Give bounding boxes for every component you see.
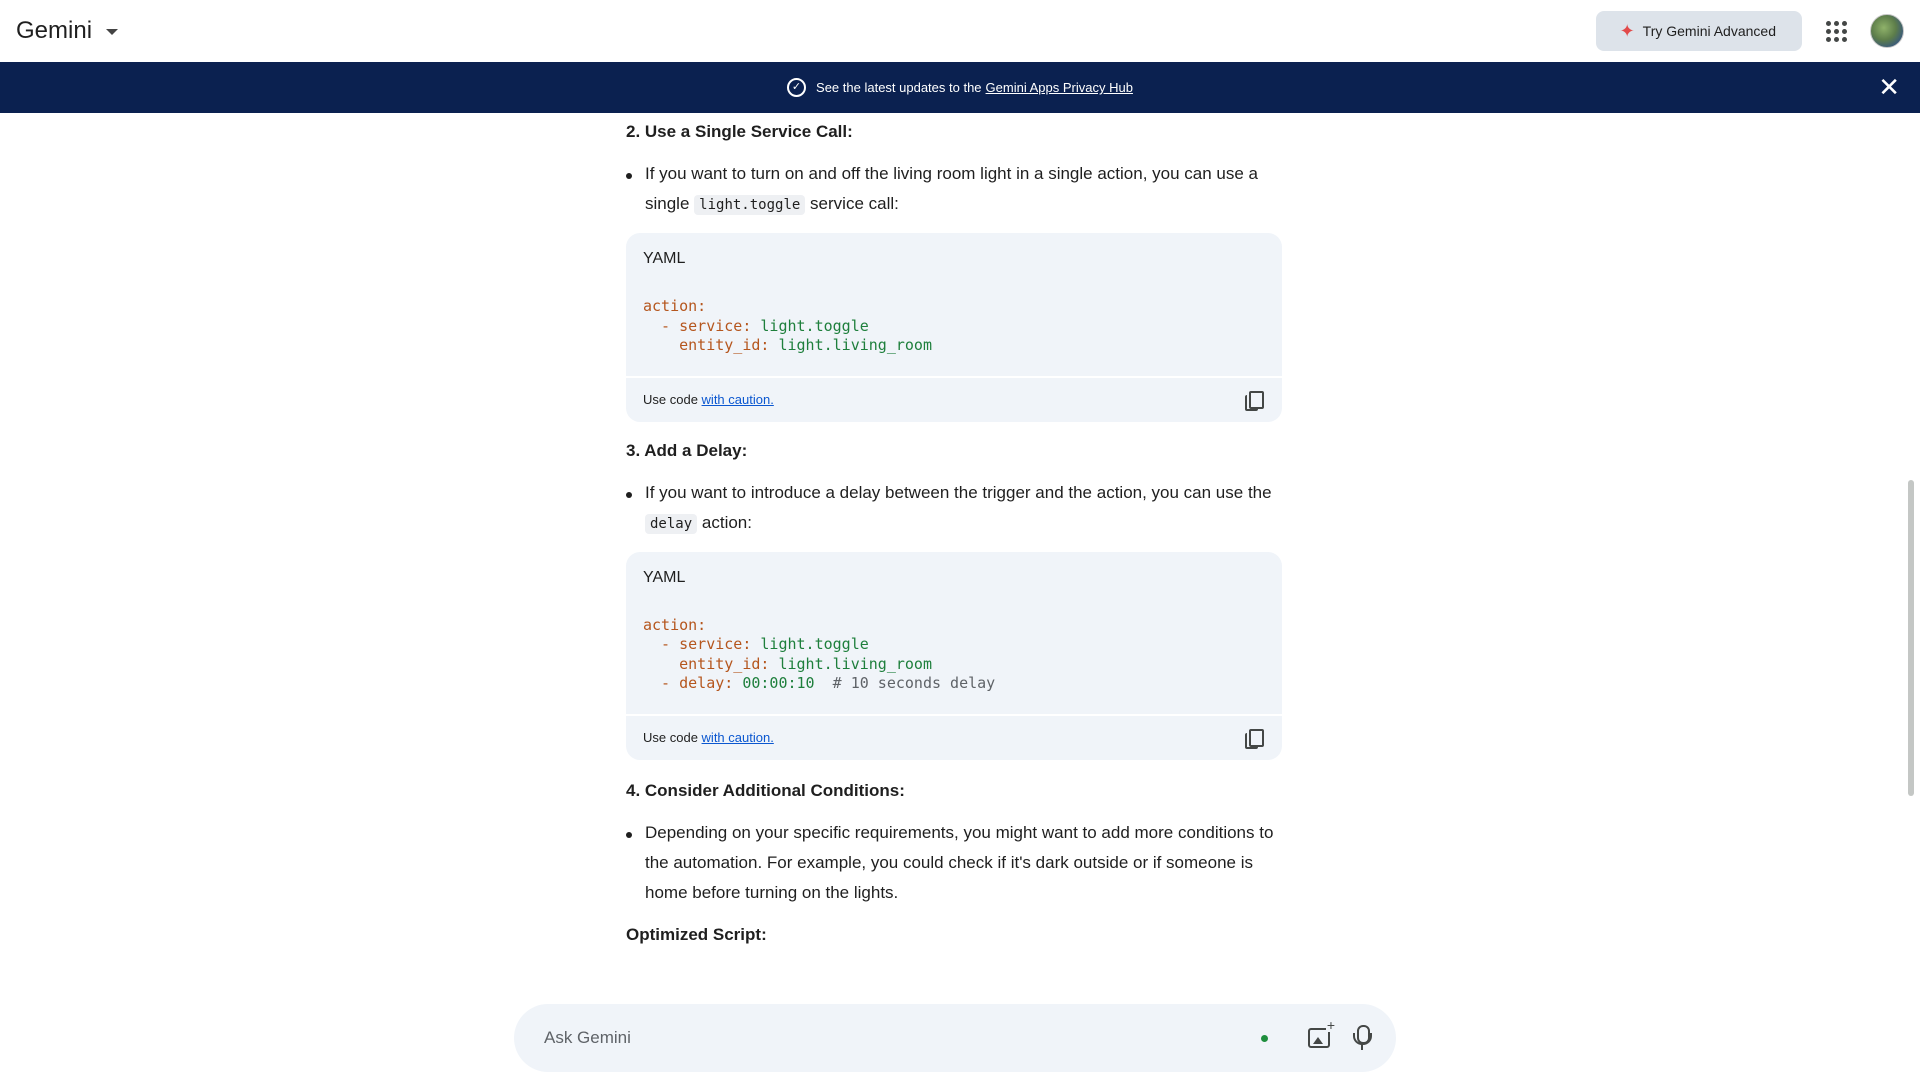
bullet-text: Depending on your specific requirements,… bbox=[645, 822, 1274, 902]
verified-icon: ✓ bbox=[787, 78, 807, 97]
code-block: YAML action: - service: light.toggle ent… bbox=[626, 551, 1282, 760]
prompt-bar bbox=[514, 1004, 1396, 1072]
bullet-text: If you want to turn on and off the livin… bbox=[645, 159, 1282, 220]
optimized-script-heading: Optimized Script: bbox=[626, 924, 767, 944]
step-4-heading: 4. Consider Additional Conditions: bbox=[626, 780, 905, 800]
code-language: YAML bbox=[643, 250, 686, 267]
bullet-dot bbox=[626, 818, 635, 908]
code-content: action: - service: light.toggle entity_i… bbox=[643, 615, 996, 693]
add-image-icon[interactable] bbox=[1308, 1018, 1336, 1048]
caution-link[interactable]: with caution. bbox=[702, 392, 774, 407]
copy-icon[interactable] bbox=[1243, 389, 1265, 411]
list-item: If you want to turn on and off the livin… bbox=[626, 159, 1282, 220]
caution-link[interactable]: with caution. bbox=[702, 730, 774, 745]
code-language: YAML bbox=[643, 568, 686, 586]
top-bar: Gemini ✦ Try Gemini Advanced bbox=[0, 0, 1920, 62]
microphone-icon[interactable] bbox=[1350, 1025, 1374, 1051]
code-block: YAML action: - service: light.toggle ent… bbox=[626, 233, 1282, 422]
try-advanced-button[interactable]: ✦ Try Gemini Advanced bbox=[1595, 11, 1802, 51]
bullet-text: If you want to introduce a delay between… bbox=[645, 478, 1282, 539]
caution-prefix: Use code bbox=[643, 392, 698, 407]
list-item: If you want to introduce a delay between… bbox=[626, 478, 1282, 539]
banner-text: See the latest updates to the bbox=[816, 80, 982, 95]
inline-code: delay bbox=[645, 513, 698, 534]
bullet-text-post: action: bbox=[701, 512, 752, 532]
top-right-actions: ✦ Try Gemini Advanced bbox=[1595, 11, 1904, 51]
code-footer: Use code with caution. bbox=[626, 375, 1282, 422]
status-dot bbox=[1261, 1034, 1268, 1042]
code-content: action: - service: light.toggle entity_i… bbox=[643, 297, 932, 354]
code-footer: Use code with caution. bbox=[626, 713, 1282, 760]
scrollbar[interactable] bbox=[1908, 480, 1914, 796]
response-content: 2. Use a Single Service Call: If you wan… bbox=[626, 113, 1282, 945]
brand-title: Gemini bbox=[16, 17, 93, 44]
step-2-heading: 2. Use a Single Service Call: bbox=[626, 122, 853, 141]
inline-code: light.toggle bbox=[694, 195, 806, 215]
bullet-text-post: service call: bbox=[810, 194, 899, 213]
prompt-input[interactable] bbox=[542, 1027, 1261, 1049]
model-switcher[interactable]: Gemini bbox=[16, 17, 119, 45]
caution-prefix: Use code bbox=[643, 730, 698, 745]
caution-note: Use code with caution. bbox=[643, 392, 774, 407]
chevron-down-icon bbox=[106, 29, 119, 35]
google-apps-icon[interactable] bbox=[1824, 19, 1848, 43]
copy-icon[interactable] bbox=[1243, 727, 1265, 749]
bullet-dot bbox=[626, 478, 635, 539]
privacy-banner: ✓ See the latest updates to the Gemini A… bbox=[0, 62, 1920, 113]
sparkle-icon: ✦ bbox=[1619, 21, 1635, 41]
caution-note: Use code with caution. bbox=[643, 730, 774, 745]
list-item: Depending on your specific requirements,… bbox=[626, 818, 1282, 908]
privacy-hub-link[interactable]: Gemini Apps Privacy Hub bbox=[986, 80, 1133, 95]
bullet-dot bbox=[626, 159, 635, 220]
avatar[interactable] bbox=[1870, 14, 1904, 48]
bullet-text-pre: If you want to introduce a delay between… bbox=[645, 482, 1272, 502]
step-3-heading: 3. Add a Delay: bbox=[626, 440, 748, 460]
try-advanced-label: Try Gemini Advanced bbox=[1642, 23, 1776, 39]
close-icon[interactable]: ✕ bbox=[1878, 74, 1900, 100]
